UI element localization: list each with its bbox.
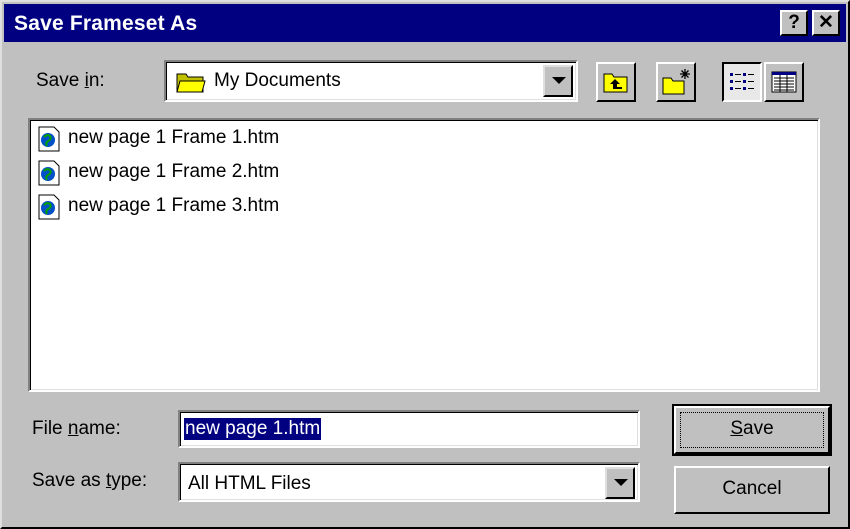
file-name-label: new page 1 Frame 2.htm	[68, 161, 280, 182]
help-icon: ?	[788, 12, 800, 33]
chevron-down-icon[interactable]	[543, 65, 573, 97]
html-document-icon	[38, 194, 60, 220]
window-title: Save Frameset As	[14, 12, 198, 35]
file-name-input[interactable]: new page 1.htm	[178, 410, 640, 448]
details-view-button[interactable]	[764, 62, 804, 102]
file-name-label: File name:	[32, 418, 121, 439]
close-button[interactable]: ✕	[812, 10, 840, 36]
save-as-type-label: Save as type:	[32, 470, 148, 491]
save-in-label: Save in:	[36, 70, 105, 91]
html-document-icon	[38, 126, 60, 152]
up-one-level-icon	[603, 73, 628, 93]
file-name-label: new page 1 Frame 1.htm	[68, 127, 280, 148]
save-button[interactable]: Save	[672, 404, 832, 456]
file-name-value: new page 1.htm	[184, 418, 322, 440]
folder-icon	[176, 73, 206, 93]
chevron-down-icon[interactable]	[605, 467, 635, 499]
file-list[interactable]: new page 1 Frame 1.htm new page 1 Frame …	[28, 118, 820, 392]
title-bar[interactable]: Save Frameset As ? ✕	[4, 4, 846, 42]
help-button[interactable]: ?	[780, 10, 808, 36]
details-view-icon	[771, 71, 797, 93]
cancel-button[interactable]: Cancel	[674, 466, 830, 514]
save-as-type-combo[interactable]: All HTML Files	[178, 462, 640, 502]
create-new-folder-button[interactable]	[656, 62, 696, 102]
save-frameset-dialog: Save Frameset As ? ✕ Save in: My Documen…	[0, 0, 850, 529]
html-document-icon	[38, 160, 60, 186]
list-view-button[interactable]	[722, 62, 762, 102]
save-as-type-value: All HTML Files	[188, 473, 311, 494]
create-new-folder-icon	[662, 69, 690, 95]
up-one-level-button[interactable]	[596, 62, 636, 102]
file-name-label: new page 1 Frame 3.htm	[68, 195, 280, 216]
close-icon: ✕	[818, 12, 834, 33]
save-in-value: My Documents	[214, 70, 341, 91]
save-in-combo[interactable]: My Documents	[164, 60, 578, 102]
list-view-icon	[730, 73, 754, 90]
